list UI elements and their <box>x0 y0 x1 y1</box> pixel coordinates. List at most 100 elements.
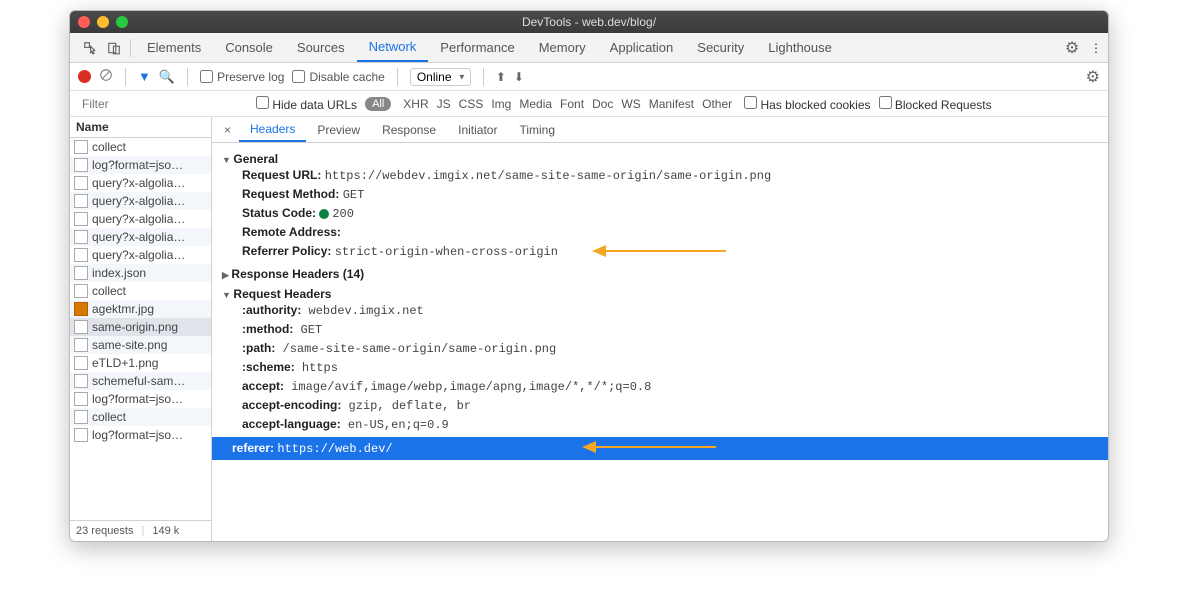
upload-har-icon[interactable]: ⬆ <box>496 70 506 84</box>
titlebar[interactable]: DevTools - web.dev/blog/ <box>70 11 1108 33</box>
file-icon <box>74 212 88 226</box>
request-list-panel: Name collectlog?format=jso…query?x-algol… <box>70 117 212 541</box>
divider <box>130 39 131 57</box>
filter-type-manifest[interactable]: Manifest <box>645 97 698 111</box>
inspect-icon[interactable] <box>78 41 102 55</box>
status-dot-icon <box>319 209 329 219</box>
filter-type-css[interactable]: CSS <box>455 97 488 111</box>
request-row[interactable]: agektmr.jpg <box>70 300 211 318</box>
throttling-select[interactable]: Online <box>410 68 471 86</box>
network-toolbar: ▼ 🔍 Preserve log Disable cache Online ⬆ … <box>70 63 1108 91</box>
request-name: query?x-algolia… <box>92 194 185 208</box>
file-icon <box>74 248 88 262</box>
request-row[interactable]: schemeful-sam… <box>70 372 211 390</box>
request-row[interactable]: log?format=jso… <box>70 156 211 174</box>
request-row[interactable]: collect <box>70 282 211 300</box>
tab-application[interactable]: Application <box>598 33 686 62</box>
filter-type-ws[interactable]: WS <box>617 97 644 111</box>
blocked-requests-checkbox[interactable]: Blocked Requests <box>879 96 992 112</box>
search-icon[interactable]: 🔍 <box>159 69 175 85</box>
request-header-row: :path: /same-site-same-origin/same-origi… <box>222 339 1098 358</box>
detail-sub-tabs: × HeadersPreviewResponseInitiatorTiming <box>212 117 1108 143</box>
tab-lighthouse[interactable]: Lighthouse <box>756 33 844 62</box>
request-count: 23 requests <box>76 525 133 537</box>
network-settings-icon[interactable]: ⚙ <box>1086 67 1100 87</box>
filter-type-doc[interactable]: Doc <box>588 97 617 111</box>
tab-performance[interactable]: Performance <box>428 33 526 62</box>
general-heading[interactable]: General <box>222 152 1098 166</box>
request-name: collect <box>92 140 126 154</box>
request-row[interactable]: same-origin.png <box>70 318 211 336</box>
tab-console[interactable]: Console <box>213 33 285 62</box>
request-method-row: Request Method: GET <box>222 185 1098 204</box>
device-toggle-icon[interactable] <box>102 41 126 55</box>
tab-sources[interactable]: Sources <box>285 33 357 62</box>
preserve-log-checkbox[interactable]: Preserve log <box>200 70 284 84</box>
tab-security[interactable]: Security <box>685 33 756 62</box>
file-icon <box>74 428 88 442</box>
general-section[interactable]: General Request URL: https://webdev.imgi… <box>212 149 1108 264</box>
more-icon[interactable]: ⋮ <box>1084 41 1108 55</box>
request-row[interactable]: index.json <box>70 264 211 282</box>
main-tab-bar: ElementsConsoleSourcesNetworkPerformance… <box>70 33 1108 63</box>
tab-memory[interactable]: Memory <box>527 33 598 62</box>
request-headers-heading[interactable]: Request Headers <box>222 287 1098 301</box>
disable-cache-checkbox[interactable]: Disable cache <box>292 70 384 84</box>
resource-type-filters: XHRJSCSSImgMediaFontDocWSManifestOther <box>399 97 736 111</box>
details-panel: × HeadersPreviewResponseInitiatorTiming … <box>212 117 1108 541</box>
download-har-icon[interactable]: ⬇ <box>514 70 524 84</box>
hide-data-urls-checkbox[interactable]: Hide data URLs <box>256 96 357 112</box>
request-row[interactable]: query?x-algolia… <box>70 192 211 210</box>
request-row[interactable]: query?x-algolia… <box>70 174 211 192</box>
settings-icon[interactable]: ⚙ <box>1060 38 1084 58</box>
request-row[interactable]: query?x-algolia… <box>70 228 211 246</box>
request-name: same-site.png <box>92 338 167 352</box>
filter-type-xhr[interactable]: XHR <box>399 97 432 111</box>
subtab-preview[interactable]: Preview <box>306 117 371 142</box>
file-icon <box>74 410 88 424</box>
file-icon <box>74 356 88 370</box>
filter-icon[interactable]: ▼ <box>138 69 151 84</box>
request-row[interactable]: log?format=jso… <box>70 426 211 444</box>
clear-icon[interactable] <box>99 68 113 85</box>
file-icon <box>74 392 88 406</box>
request-name: query?x-algolia… <box>92 248 185 262</box>
close-details-icon[interactable]: × <box>216 123 239 137</box>
remote-address-row: Remote Address: <box>222 223 1098 242</box>
has-blocked-cookies-checkbox[interactable]: Has blocked cookies <box>744 96 870 112</box>
request-row[interactable]: query?x-algolia… <box>70 210 211 228</box>
request-row[interactable]: eTLD+1.png <box>70 354 211 372</box>
response-headers-heading[interactable]: Response Headers (14) <box>222 267 1098 281</box>
request-row[interactable]: collect <box>70 408 211 426</box>
filter-type-js[interactable]: JS <box>433 97 455 111</box>
request-header-row: :scheme: https <box>222 358 1098 377</box>
record-button[interactable] <box>78 70 91 83</box>
tab-network[interactable]: Network <box>357 33 429 62</box>
file-icon <box>74 176 88 190</box>
subtab-headers[interactable]: Headers <box>239 117 306 142</box>
file-icon <box>74 230 88 244</box>
filter-all[interactable]: All <box>365 97 391 111</box>
filter-type-media[interactable]: Media <box>515 97 556 111</box>
tab-elements[interactable]: Elements <box>135 33 213 62</box>
response-headers-section[interactable]: Response Headers (14) <box>212 264 1108 284</box>
file-icon <box>74 374 88 388</box>
filter-type-font[interactable]: Font <box>556 97 588 111</box>
request-headers-section[interactable]: Request Headers :authority: webdev.imgix… <box>212 284 1108 437</box>
filter-input[interactable] <box>78 95 248 113</box>
request-row[interactable]: log?format=jso… <box>70 390 211 408</box>
subtab-timing[interactable]: Timing <box>508 117 566 142</box>
filter-type-img[interactable]: Img <box>487 97 515 111</box>
request-row[interactable]: query?x-algolia… <box>70 246 211 264</box>
request-name: collect <box>92 284 126 298</box>
subtab-response[interactable]: Response <box>371 117 447 142</box>
request-row[interactable]: collect <box>70 138 211 156</box>
file-icon <box>74 338 88 352</box>
request-name: query?x-algolia… <box>92 212 185 226</box>
divider <box>125 68 126 86</box>
file-icon <box>74 284 88 298</box>
subtab-initiator[interactable]: Initiator <box>447 117 508 142</box>
request-row[interactable]: same-site.png <box>70 336 211 354</box>
name-column-header[interactable]: Name <box>70 117 211 138</box>
filter-type-other[interactable]: Other <box>698 97 736 111</box>
